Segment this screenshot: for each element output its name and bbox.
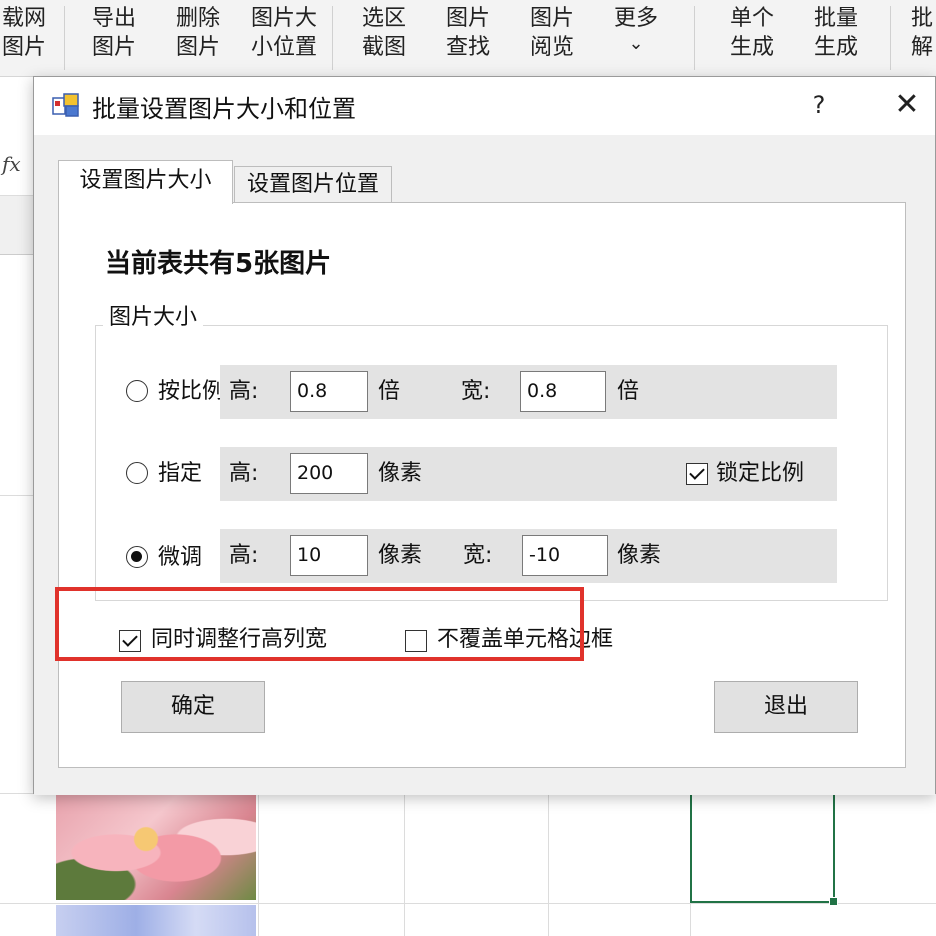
ratio-width-input[interactable]: 0.8 bbox=[520, 371, 606, 412]
radio-ratio-indicator[interactable] bbox=[126, 380, 148, 402]
ribbon-button-label: 生成 bbox=[813, 35, 858, 60]
height-label: 高: bbox=[229, 379, 259, 404]
ribbon-button-label: 图片 bbox=[91, 35, 136, 60]
gridline bbox=[0, 903, 936, 904]
tab-panel-image-size: 当前表共有5张图片 图片大小 按比例 高: 0.8 倍 宽: 0.8 倍 指定 bbox=[58, 202, 906, 768]
ribbon-button-image-view[interactable]: 图片 阅览 bbox=[516, 4, 588, 62]
close-button[interactable]: ✕ bbox=[889, 85, 925, 125]
ribbon-button-label: 批 bbox=[910, 6, 933, 31]
lock-ratio-label: 锁定比例 bbox=[716, 461, 805, 486]
exit-button[interactable]: 退出 bbox=[714, 681, 858, 733]
ribbon-button-batch-generate[interactable]: 批量 生成 bbox=[800, 4, 872, 62]
dialog-titlebar[interactable]: 批量设置图片大小和位置 ? ✕ bbox=[34, 77, 935, 135]
selected-cell[interactable] bbox=[690, 793, 838, 906]
ratio-height-unit: 倍 bbox=[378, 379, 401, 404]
ratio-height-input[interactable]: 0.8 bbox=[290, 371, 368, 412]
group-label: 图片大小 bbox=[103, 299, 204, 331]
column-header bbox=[0, 196, 34, 255]
adjust-width-unit: 像素 bbox=[617, 543, 662, 568]
adjust-width-input[interactable]: -10 bbox=[522, 535, 608, 576]
ribbon-button-label: 阅览 bbox=[529, 35, 574, 60]
batch-image-size-dialog: 批量设置图片大小和位置 ? ✕ 设置图片大小 设置图片位置 当前表共有5张图片 … bbox=[33, 76, 936, 795]
dialog-body: 设置图片大小 设置图片位置 当前表共有5张图片 图片大小 按比例 高: 0.8 … bbox=[34, 135, 935, 795]
ribbon-button-more[interactable]: 更多 ⌄ bbox=[600, 4, 672, 55]
ribbon-button-label: 导出 bbox=[91, 6, 136, 31]
gridline bbox=[0, 495, 34, 496]
keep-border-checkbox[interactable] bbox=[405, 630, 427, 652]
ribbon-button-image-find[interactable]: 图片 查找 bbox=[432, 4, 504, 62]
ribbon-button-export-image[interactable]: 导出 图片 bbox=[78, 4, 150, 62]
sync-row-col-checkbox[interactable] bbox=[119, 630, 141, 652]
ratio-width-unit: 倍 bbox=[617, 379, 640, 404]
gridline bbox=[548, 793, 549, 936]
fixed-height-input[interactable]: 200 bbox=[290, 453, 368, 494]
help-button[interactable]: ? bbox=[804, 87, 834, 123]
ribbon-button-label: 选区 bbox=[361, 6, 406, 31]
radio-fixed-indicator[interactable] bbox=[126, 462, 148, 484]
tab-image-size[interactable]: 设置图片大小 bbox=[58, 160, 233, 204]
ribbon-button-label: 图片 bbox=[175, 35, 220, 60]
ribbon-button-label: 图片 bbox=[1, 35, 46, 60]
keep-border-label: 不覆盖单元格边框 bbox=[437, 627, 614, 652]
ribbon-toolbar: 载网 图片 导出 图片 删除 图片 图片大 小位置 选区 截图 图片 查找 图片… bbox=[0, 0, 936, 77]
width-label: 宽: bbox=[461, 379, 491, 404]
sync-row-col-label: 同时调整行高列宽 bbox=[151, 627, 328, 652]
app-icon bbox=[52, 93, 79, 117]
ribbon-separator bbox=[890, 6, 891, 70]
ribbon-separator bbox=[332, 6, 333, 70]
height-label: 高: bbox=[229, 543, 259, 568]
flower-photo-blue[interactable] bbox=[56, 905, 256, 936]
ribbon-button-label: 载网 bbox=[1, 6, 46, 31]
adjust-height-unit: 像素 bbox=[378, 543, 423, 568]
fx-icon[interactable]: fx bbox=[2, 152, 21, 176]
ribbon-button-label: 图片 bbox=[529, 6, 574, 31]
ribbon-button-label: 单个 bbox=[729, 6, 774, 31]
gridline bbox=[404, 793, 405, 936]
ribbon-button-label: 解 bbox=[910, 35, 933, 60]
ribbon-separator bbox=[694, 6, 695, 70]
adjust-height-input[interactable]: 10 bbox=[290, 535, 368, 576]
ribbon-button-batch-decode[interactable]: 批 解 bbox=[902, 4, 936, 62]
tab-image-position[interactable]: 设置图片位置 bbox=[234, 166, 392, 203]
chevron-down-icon: ⌄ bbox=[628, 33, 644, 54]
ribbon-button-image-size-position[interactable]: 图片大 小位置 bbox=[246, 4, 322, 62]
ribbon-button-label: 生成 bbox=[729, 35, 774, 60]
ribbon-button-label: 小位置 bbox=[250, 35, 317, 60]
ribbon-separator bbox=[64, 6, 65, 70]
adjust-row: 高: 10 像素 宽: -10 像素 bbox=[220, 529, 837, 583]
ribbon-button-label: 批量 bbox=[813, 6, 858, 31]
fixed-height-unit: 像素 bbox=[378, 461, 423, 486]
ribbon-button-label: 更多 bbox=[613, 6, 658, 31]
radio-adjust-label: 微调 bbox=[158, 545, 203, 570]
image-count-text: 当前表共有5张图片 bbox=[105, 249, 332, 279]
fixed-row: 高: 200 像素 锁定比例 bbox=[220, 447, 837, 501]
ribbon-button-load-web-image[interactable]: 载网 图片 bbox=[0, 4, 60, 62]
radio-ratio-label: 按比例 bbox=[158, 379, 225, 404]
ratio-row: 高: 0.8 倍 宽: 0.8 倍 bbox=[220, 365, 837, 419]
width-label: 宽: bbox=[463, 543, 493, 568]
ribbon-button-label: 图片大 bbox=[250, 6, 317, 31]
ribbon-button-region-screenshot[interactable]: 选区 截图 bbox=[348, 4, 420, 62]
radio-adjust-indicator[interactable] bbox=[126, 546, 148, 568]
dialog-title: 批量设置图片大小和位置 bbox=[92, 95, 356, 123]
ribbon-button-label: 截图 bbox=[361, 35, 406, 60]
ribbon-button-delete-image[interactable]: 删除 图片 bbox=[162, 4, 234, 62]
height-label: 高: bbox=[229, 461, 259, 486]
ribbon-button-label: 删除 bbox=[175, 6, 220, 31]
flower-photo-pink[interactable] bbox=[56, 795, 256, 900]
ribbon-button-label: 图片 bbox=[445, 6, 490, 31]
ribbon-button-label: 查找 bbox=[445, 35, 490, 60]
gridline bbox=[258, 793, 259, 936]
lock-ratio-checkbox[interactable] bbox=[686, 463, 708, 485]
ribbon-button-single-generate[interactable]: 单个 生成 bbox=[716, 4, 788, 62]
ok-button[interactable]: 确定 bbox=[121, 681, 265, 733]
radio-fixed-label: 指定 bbox=[158, 461, 203, 486]
